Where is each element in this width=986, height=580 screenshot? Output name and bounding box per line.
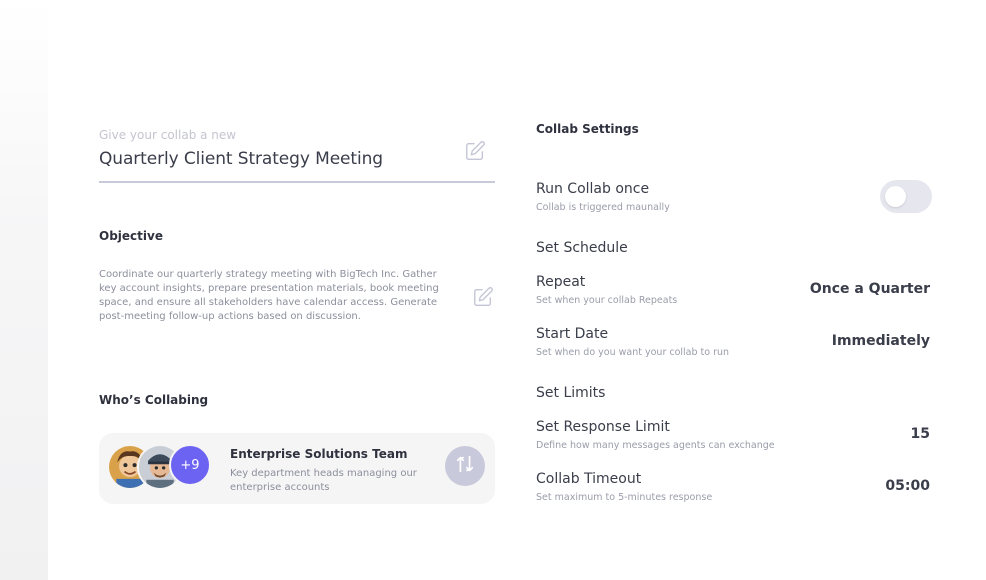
swap-icon xyxy=(454,453,476,479)
settings-title: Collab Settings xyxy=(536,122,639,136)
collab-name-label: Give your collab a new xyxy=(99,128,237,142)
response-limit-title: Set Response Limit xyxy=(536,419,670,435)
objective-text[interactable]: Coordinate our quarterly strategy meetin… xyxy=(99,268,439,324)
start-date-value[interactable]: Immediately xyxy=(832,333,930,349)
response-limit-subtitle: Define how many messages agents can exch… xyxy=(536,440,775,451)
left-shade xyxy=(0,0,48,580)
repeat-subtitle: Set when your collab Repeats xyxy=(536,295,678,306)
swap-team-button[interactable] xyxy=(445,446,485,486)
repeat-value[interactable]: Once a Quarter xyxy=(810,281,930,297)
collab-name-input[interactable]: Quarterly Client Strategy Meeting xyxy=(99,149,383,169)
team-name: Enterprise Solutions Team xyxy=(230,447,408,461)
repeat-title: Repeat xyxy=(536,274,586,290)
schedule-heading: Set Schedule xyxy=(536,240,628,256)
collab-name-underline xyxy=(99,181,495,183)
run-once-subtitle: Collab is triggered maunally xyxy=(536,202,670,213)
edit-objective-icon[interactable] xyxy=(472,286,494,308)
more-collaborators-badge[interactable]: +9 xyxy=(169,444,211,486)
run-once-title: Run Collab once xyxy=(536,181,650,197)
team-description: Key department heads managing our enterp… xyxy=(230,468,417,493)
start-date-subtitle: Set when do you want your collab to run xyxy=(536,347,730,358)
timeout-subtitle: Set maximum to 5-minutes response xyxy=(536,492,713,503)
limits-heading: Set Limits xyxy=(536,385,606,401)
start-date-title: Start Date xyxy=(536,326,609,342)
response-limit-value[interactable]: 15 xyxy=(911,426,930,442)
team-card[interactable]: +9 Enterprise Solutions Team Key departm… xyxy=(99,433,495,504)
timeout-title: Collab Timeout xyxy=(536,471,642,487)
collaborators-heading: Who’s Collabing xyxy=(99,393,209,407)
run-once-toggle[interactable] xyxy=(880,180,932,213)
edit-name-icon[interactable] xyxy=(464,140,486,162)
toggle-knob xyxy=(885,186,906,207)
objective-heading: Objective xyxy=(99,229,163,243)
timeout-value[interactable]: 05:00 xyxy=(885,478,930,494)
